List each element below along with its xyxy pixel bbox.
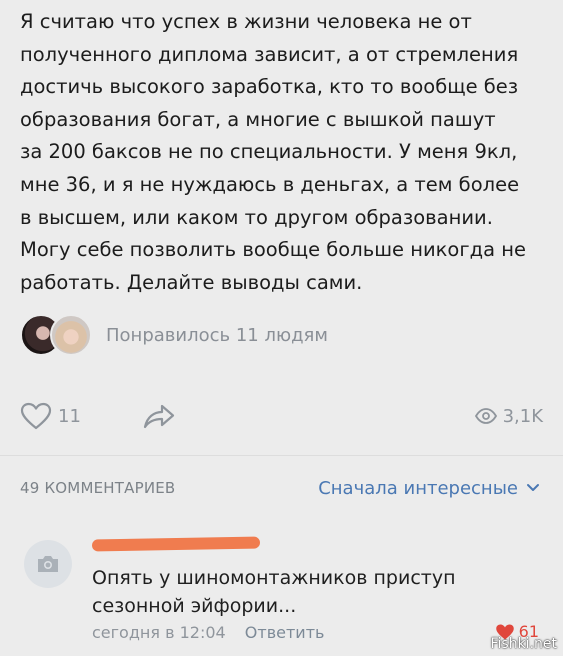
watermark: Fishki.net: [490, 636, 557, 652]
comments-header: 49 КОММЕНТАРИЕВ Сначала интересные: [20, 474, 540, 502]
camera-icon: [38, 556, 58, 572]
post-line: работать. Делайте выводы сами.: [20, 270, 363, 294]
views-count: 3,1K: [502, 405, 543, 427]
divider: [0, 455, 563, 456]
post-line: образования богат, а многие с вышкой паш…: [20, 107, 496, 131]
comment-meta: сегодня в 12:04 Ответить: [92, 623, 324, 642]
comments-count: 49 КОММЕНТАРИЕВ: [20, 479, 176, 497]
post-line: Я считаю что успех в жизни человека не о…: [20, 10, 472, 33]
comment-avatar[interactable]: [24, 540, 72, 588]
comment-line: Опять у шиномонтажников приступ: [92, 567, 456, 589]
likers-text[interactable]: Понравилось 11 людям: [106, 325, 328, 346]
comment-item: Опять у шиномонтажников приступ сезонной…: [20, 530, 545, 650]
post-line: в высшем, или каком то другом образовани…: [20, 205, 493, 229]
heart-outline-icon: [20, 402, 52, 430]
eye-icon: [474, 408, 497, 424]
reply-button[interactable]: Ответить: [245, 623, 325, 642]
like-button[interactable]: 11: [20, 396, 81, 436]
sort-label: Сначала интересные: [318, 477, 518, 499]
share-button[interactable]: [142, 396, 176, 436]
post-line: Могу себе позволить вообще больше никогд…: [20, 238, 526, 262]
views-counter: 3,1K: [474, 396, 543, 436]
likers-summary[interactable]: Понравилось 11 людям: [20, 312, 328, 358]
comment-line: сезонной эйфории...: [92, 595, 297, 617]
comment-time: сегодня в 12:04: [92, 623, 226, 642]
redacted-author-name[interactable]: [91, 536, 261, 552]
post-line: мне 36, и я не нуждаюсь в деньгах, а тем…: [20, 172, 520, 196]
post-line: полученного диплома зависит, а от стремл…: [20, 42, 519, 66]
likes-count: 11: [58, 405, 81, 427]
comment-text: Опять у шиномонтажников приступ сезонной…: [92, 564, 512, 620]
chevron-down-icon: [527, 484, 539, 491]
post-line: за 200 баксов не по специальности. У мен…: [20, 140, 518, 164]
liker-avatar[interactable]: [50, 314, 92, 356]
post-actions: 11 3,1K: [20, 396, 543, 436]
post-line: достичь высокого заработка, кто то вообщ…: [20, 75, 519, 99]
comments-sort-dropdown[interactable]: Сначала интересные: [318, 478, 540, 499]
post-text: Я считаю что успех в жизни человека не о…: [20, 6, 550, 299]
share-arrow-icon: [143, 404, 175, 429]
